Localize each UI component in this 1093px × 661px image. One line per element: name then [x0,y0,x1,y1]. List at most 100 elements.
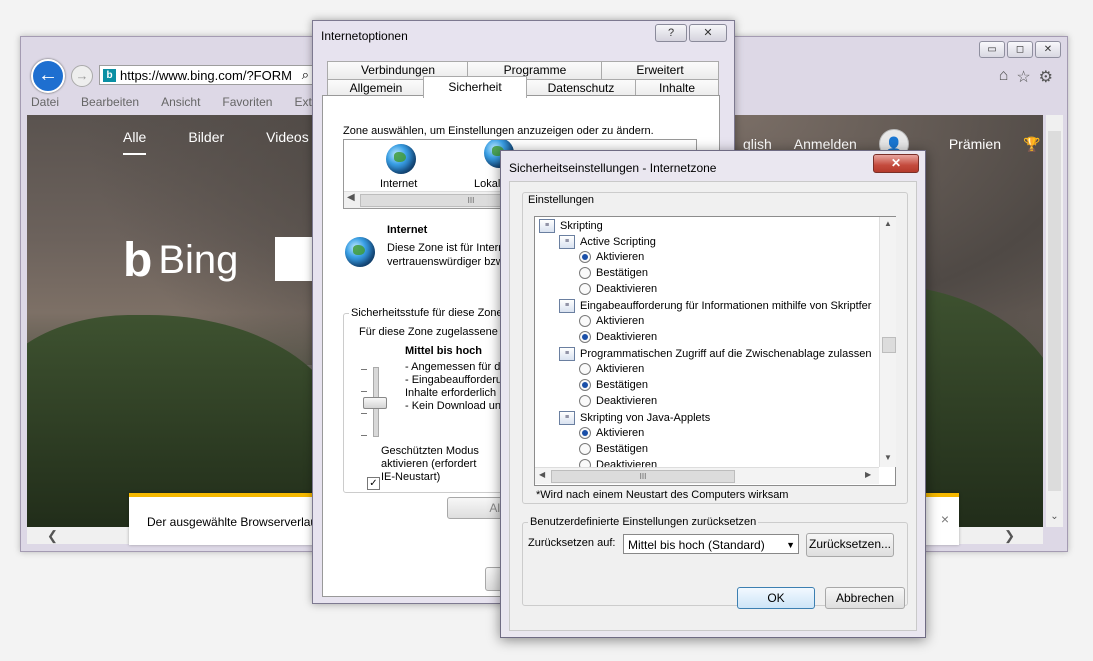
settings-list[interactable]: ≡ Skripting ≡ Active Scripting Aktivieren Bes… [534,216,896,486]
setting-label: Skripting von Java-Applets [580,412,711,424]
protected-mode-checkbox[interactable]: ✓ [367,477,380,490]
security-level-name: Mittel bis hoch [405,345,482,357]
maximize-button[interactable]: ◻ [1007,41,1033,58]
ok-button[interactable]: OK [737,587,815,609]
setting-label: Bestätigen [596,443,648,455]
favorites-star-icon[interactable]: ☆ [1016,67,1030,87]
nav-bilder[interactable]: Bilder [188,129,224,155]
allowed-levels-label: Für diese Zone zugelassene S [359,326,509,338]
setting-option[interactable]: Bestätigen [579,267,648,279]
setting-option[interactable]: Deaktivieren [579,283,657,295]
radio-unselected-icon[interactable] [579,267,591,279]
setting-item: ≡ Eingabeaufforderung für Informationen m… [559,299,871,313]
scroll-up-icon[interactable]: ▲ [884,219,892,228]
close-button[interactable]: ✕ [873,154,919,173]
setting-option[interactable]: Aktivieren [579,251,644,263]
setting-label: Programmatischen Zugriff auf die Zwische… [580,348,872,360]
reset-button[interactable]: Zurücksetzen... [806,533,894,557]
dialog-title: Internetoptionen [321,29,408,43]
settings-horizontal-scrollbar[interactable]: ◀ III ▶ [535,467,879,484]
setting-item: ≡ Skripting von Java-Applets [559,411,710,425]
minimize-button[interactable]: ▭ [979,41,1005,58]
tab-erweitert[interactable]: Erweitert [601,61,719,79]
internet-zone-large-icon [345,237,375,267]
radio-unselected-icon[interactable] [579,395,591,407]
menu-datei[interactable]: Datei [27,95,63,109]
scroll-right-icon[interactable]: ❯ [1004,528,1015,544]
radio-unselected-icon[interactable] [579,315,591,327]
setting-label: Aktivieren [596,315,645,327]
setting-item: ≡ Programmatischen Zugriff auf die Zwisch… [559,347,871,361]
dialog-body: Einstellungen ≡ Skripting ≡ Active Scriptin… [509,181,917,631]
scroll-down-icon[interactable]: ▼ [884,453,892,462]
restart-note: *Wird nach einem Neustart des Computers … [536,489,789,501]
notification-text: Der ausgewählte Browserverlauf [147,515,321,529]
reset-level-select[interactable]: Mittel bis hoch (Standard) ▼ [623,534,799,554]
setting-label: Active Scripting [580,236,656,248]
level-line-3: Inhalte erforderlich [405,387,497,399]
scroll-down-icon[interactable]: ⌄ [1046,511,1063,527]
forward-arrow-icon[interactable]: → [71,65,93,87]
scroll-thumb[interactable] [1048,131,1061,491]
settings-vertical-scrollbar[interactable]: ▲ ▼ [879,217,896,467]
help-button[interactable]: ? [655,24,687,42]
setting-label: Aktivieren [596,251,645,263]
script-settings-icon: ≡ [539,219,555,233]
scroll-left-icon[interactable]: ◀ [539,470,545,479]
search-icon[interactable]: ⌕ [302,67,309,83]
scroll-right-icon[interactable]: ▶ [865,470,871,479]
security-settings-dialog: Sicherheitseinstellungen - Internetzone … [500,150,926,638]
nav-videos[interactable]: Videos [266,129,309,155]
setting-option[interactable]: Deaktivieren [579,395,657,407]
scroll-left-icon[interactable]: ❮ [47,528,58,544]
setting-option[interactable]: Aktivieren [579,315,644,327]
radio-selected-icon[interactable] [579,331,591,343]
rewards-link[interactable]: Prämien [949,136,1001,152]
chevron-down-icon: ▼ [786,540,795,550]
notification-close-icon[interactable]: × [941,511,949,527]
internet-zone-icon[interactable] [386,144,416,174]
settings-hscroll-thumb[interactable]: III [551,470,735,483]
tab-sicherheit[interactable]: Sicherheit [423,76,527,98]
setting-option[interactable]: Bestätigen [579,379,648,391]
settings-scroll-thumb[interactable] [882,337,896,353]
radio-unselected-icon[interactable] [579,283,591,295]
zone-name: Internet [387,224,428,236]
trophy-icon[interactable]: 🏆 [1023,136,1040,153]
settings-gear-icon[interactable]: ⚙ [1039,67,1053,87]
back-arrow-icon[interactable]: ← [31,59,65,93]
setting-option[interactable]: Aktivieren [579,363,644,375]
page-vertical-scrollbar[interactable]: ⌄ [1046,115,1063,527]
radio-unselected-icon[interactable] [579,443,591,455]
setting-option[interactable]: Aktivieren [579,427,644,439]
menu-bearbeiten[interactable]: Bearbeiten [77,95,143,109]
address-bar[interactable]: b https://www.bing.com/?FORM ⌕ [99,65,314,85]
radio-selected-icon[interactable] [579,379,591,391]
security-slider-thumb[interactable] [363,397,387,409]
nav-alle[interactable]: Alle [123,129,147,155]
setting-option[interactable]: Bestätigen [579,443,648,455]
zone-description-1: Diese Zone ist für Intern [387,242,505,254]
reset-to-label: Zurücksetzen auf: [528,537,616,549]
zone-prompt: Zone auswählen, um Einstellungen anzuzei… [343,125,654,137]
protected-mode-line-3: IE-Neustart) [381,471,441,483]
home-icon[interactable]: ⌂ [999,67,1009,87]
close-button[interactable]: ✕ [689,24,727,42]
radio-selected-icon[interactable] [579,251,591,263]
setting-label: Aktivieren [596,363,645,375]
protected-mode-line-1: Geschützten Modus [381,445,479,457]
menu-ansicht[interactable]: Ansicht [157,95,204,109]
radio-unselected-icon[interactable] [579,363,591,375]
setting-item: ≡ Active Scripting [559,235,656,249]
setting-option[interactable]: Deaktivieren [579,331,657,343]
script-settings-icon: ≡ [559,347,575,361]
level-line-4: - Kein Download uns [405,400,507,412]
menu-favoriten[interactable]: Favoriten [218,95,276,109]
bing-logo-mark-icon: b [123,234,153,287]
zone-local-label[interactable]: Lokal [474,178,500,190]
cancel-button[interactable]: Abbrechen [825,587,905,609]
bing-logo: b Bing [123,233,238,288]
close-button[interactable]: ✕ [1035,41,1061,58]
zone-internet-label[interactable]: Internet [380,178,417,190]
radio-selected-icon[interactable] [579,427,591,439]
